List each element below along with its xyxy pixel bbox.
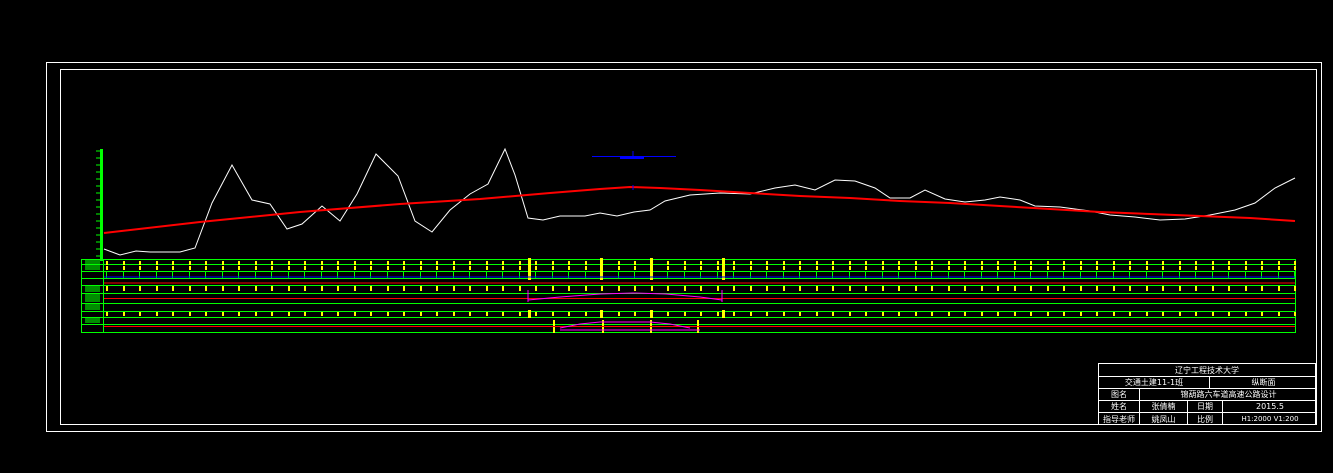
title-block: 辽宁工程技术大学 交通土建11-1班 纵断面 图名 锦葫路六车道高速公路设计 姓… bbox=[1098, 363, 1316, 425]
author-name: 张倩楠 bbox=[1139, 401, 1187, 412]
advisor-label: 指导老师 bbox=[1103, 414, 1135, 424]
school-name: 辽宁工程技术大学 bbox=[1175, 365, 1239, 375]
scale-label: 比例 bbox=[1187, 413, 1222, 425]
vertical-curve-annotation bbox=[592, 151, 676, 190]
ground-line bbox=[103, 147, 1296, 256]
drawing-name-label: 图名 bbox=[1111, 390, 1127, 399]
elevation-scale bbox=[96, 149, 103, 261]
date-label: 日期 bbox=[1187, 401, 1222, 412]
author-label: 姓名 bbox=[1111, 402, 1127, 411]
drawing-name: 锦葫路六车道高速公路设计 bbox=[1139, 389, 1317, 400]
advisor-name: 姚凤山 bbox=[1139, 413, 1187, 425]
date-value: 2015.5 bbox=[1222, 401, 1317, 412]
scale-value: H1:2000 V1:200 bbox=[1222, 413, 1317, 425]
sheet-title: 纵断面 bbox=[1209, 377, 1317, 388]
profile-data-table bbox=[81, 258, 1296, 333]
class-name: 交通土建11-1班 bbox=[1124, 378, 1184, 387]
